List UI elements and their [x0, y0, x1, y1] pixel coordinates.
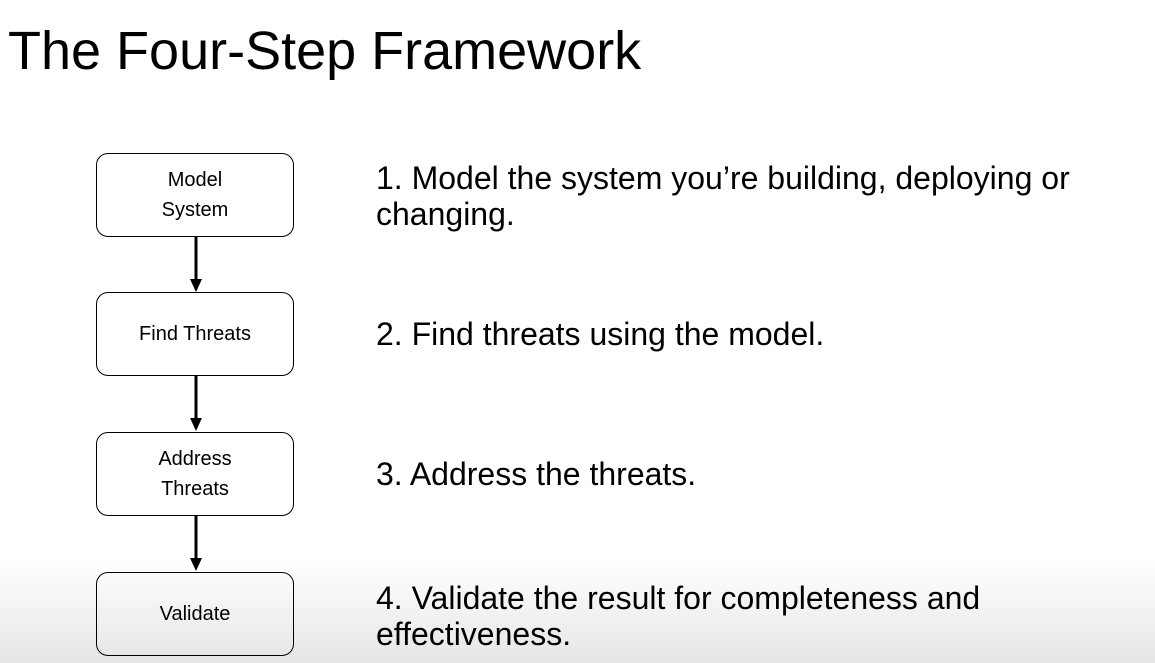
- step-line: 4. Validate the result for completeness …: [376, 580, 981, 616]
- step-line: 3. Address the threats.: [376, 456, 697, 492]
- flow-arrow: [190, 516, 202, 571]
- step-line: changing.: [376, 196, 515, 232]
- flow-box-model-system: Model System: [96, 153, 294, 237]
- step-line: 2. Find threats using the model.: [376, 316, 825, 352]
- step-description-1: 1. Model the system you’re building, dep…: [376, 160, 1070, 232]
- step-description-2: 2. Find threats using the model.: [376, 316, 824, 352]
- flow-arrow: [190, 237, 202, 292]
- flow-box-find-threats: Find Threats: [96, 292, 294, 376]
- flow-box-label: Find Threats: [139, 323, 251, 345]
- step-description-4: 4. Validate the result for completeness …: [376, 580, 980, 652]
- step-description-3: 3. Address the threats.: [376, 456, 696, 492]
- flow-box-address-threats: Address Threats: [96, 432, 294, 516]
- step-line: effectiveness.: [376, 616, 572, 652]
- flow-box-label: Model System: [161, 169, 229, 221]
- flow-box-validate: Validate: [96, 572, 294, 656]
- flow-arrow: [190, 376, 202, 431]
- flow-box-label: Address Threats: [158, 448, 232, 500]
- flow-box-label: Validate: [159, 603, 231, 625]
- step-line: 1. Model the system you’re building, dep…: [376, 160, 1070, 196]
- slide-title: The Four-Step Framework: [8, 21, 642, 81]
